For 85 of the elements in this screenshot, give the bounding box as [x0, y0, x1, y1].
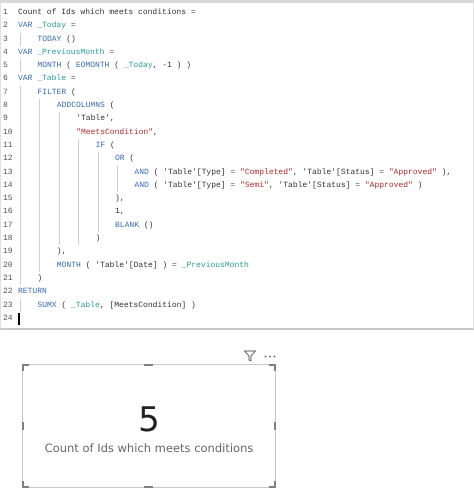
- keyword: TODAY: [37, 34, 62, 46]
- keyword: BLANK: [115, 220, 140, 232]
- code-text: ( 'Table'[Date] ) =: [84, 260, 178, 272]
- code-text: ( 'Table'[Type] =: [152, 180, 236, 192]
- variable-name: _Today: [37, 20, 66, 32]
- code-text: (: [109, 140, 115, 152]
- line-number: 14: [2, 180, 14, 192]
- code-text: (: [70, 86, 76, 99]
- keyword: FILTER: [37, 86, 66, 99]
- line-number: 7: [2, 86, 9, 99]
- code-text: ): [416, 180, 422, 192]
- code-text: , -1 ) ): [152, 60, 192, 72]
- line-number: 9: [2, 113, 9, 126]
- keyword: VAR: [18, 73, 34, 86]
- line-number: 15: [2, 193, 14, 206]
- line-number: 23: [2, 300, 14, 312]
- keyword: ADDCOLUMNS: [56, 100, 105, 112]
- more-options-icon[interactable]: [264, 354, 276, 358]
- keyword: VAR: [18, 46, 34, 59]
- variable-name: _Table: [37, 73, 66, 86]
- string-literal: "Semi": [240, 180, 269, 192]
- variable-name: _Today: [124, 60, 153, 72]
- line-number: 20: [2, 260, 14, 272]
- variable-name: _PreviousMonth: [37, 46, 104, 59]
- code-text: =: [70, 73, 76, 86]
- keyword: IF: [96, 140, 106, 152]
- card-visual[interactable]: 5 Count of Ids which meets conditions: [22, 364, 276, 488]
- line-number: 10: [2, 126, 14, 139]
- line-number: 8: [2, 100, 9, 112]
- code-text: (: [65, 60, 72, 72]
- line-number: 21: [2, 272, 14, 285]
- code-text: ): [96, 233, 100, 246]
- code-text: (): [65, 34, 76, 46]
- code-text: (): [142, 220, 154, 232]
- code-text: ),: [440, 166, 452, 179]
- line-number: 4: [2, 46, 9, 59]
- code-text: =: [108, 46, 114, 59]
- line-number: 17: [2, 220, 14, 232]
- card-value: 5: [138, 401, 160, 439]
- code-text: (: [108, 100, 114, 112]
- line-number: 19: [2, 246, 14, 258]
- line-number: 18: [2, 233, 14, 246]
- code-text: =: [70, 20, 76, 32]
- keyword: RETURN: [18, 286, 47, 298]
- code-text: (: [128, 153, 134, 166]
- filter-icon[interactable]: [244, 350, 256, 362]
- code-text: (: [113, 60, 120, 72]
- code-text: ),: [115, 193, 125, 206]
- code-text: , 'Table'[Status] =: [292, 166, 386, 179]
- keyword: VAR: [18, 20, 34, 32]
- string-literal: "Completed": [240, 166, 293, 179]
- line-number: 3: [2, 34, 9, 46]
- code-text: ,: [153, 126, 158, 139]
- keyword: MONTH: [37, 60, 62, 72]
- keyword: SUMX: [37, 300, 57, 312]
- line-number: 1: [2, 7, 9, 19]
- line-number: 6: [2, 73, 9, 86]
- keyword: AND: [134, 166, 149, 179]
- line-number: 2: [2, 20, 9, 32]
- card-label: Count of Ids which meets conditions: [44, 441, 254, 455]
- line-number: 16: [2, 206, 14, 218]
- code-text: ( 'Table'[Type] =: [152, 166, 236, 179]
- line-number: 12: [2, 153, 14, 166]
- string-literal: "MeetsCondition": [76, 126, 153, 139]
- code-text: , 'Table'[Status] =: [268, 180, 362, 192]
- code-text: (: [60, 300, 68, 312]
- code-text: ): [37, 272, 42, 285]
- keyword: MONTH: [56, 260, 81, 272]
- line-number: 13: [2, 166, 14, 179]
- keyword: EOMONTH: [76, 60, 110, 72]
- line-number: 5: [2, 60, 9, 72]
- variable-name: _PreviousMonth: [182, 260, 249, 272]
- line-number: 24: [2, 312, 14, 325]
- keyword: OR: [115, 153, 125, 166]
- code-text: , [MeetsCondition] ): [100, 300, 196, 312]
- variable-name: _Table: [71, 300, 100, 312]
- code-text: 1,: [115, 206, 125, 218]
- string-literal: "Approved": [388, 166, 437, 179]
- line-number: 11: [2, 140, 14, 152]
- string-literal: "Approved": [364, 180, 413, 192]
- keyword: AND: [134, 180, 149, 192]
- code-text: ),: [56, 246, 66, 258]
- line-number: 22: [2, 286, 14, 298]
- code-text: Count of Ids which meets conditions =: [18, 7, 196, 19]
- code-text: 'Table',: [76, 113, 115, 126]
